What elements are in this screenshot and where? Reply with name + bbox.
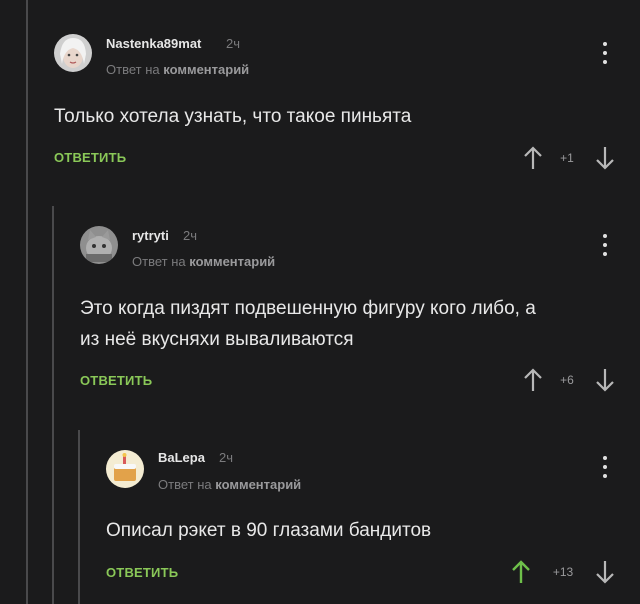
reply-to-link[interactable]: комментарий [215, 477, 301, 492]
arrow-up-icon[interactable] [510, 559, 532, 585]
comment-thread: Nastenka89mat 2ч Ответ на комментарий То… [0, 0, 640, 604]
reply-to-line: Ответ на комментарий [158, 477, 301, 492]
comment-balepa: BaLepa 2ч Ответ на комментарий Описал рэ… [0, 0, 640, 604]
reply-to-prefix: Ответ на [158, 477, 212, 492]
more-vertical-icon[interactable] [598, 456, 612, 482]
author-name[interactable]: BaLepa [158, 450, 205, 465]
avatar-cake-icon [106, 450, 144, 488]
rating-value: +13 [552, 565, 574, 579]
avatar[interactable] [106, 450, 144, 488]
arrow-down-icon[interactable] [594, 559, 616, 585]
reply-button[interactable]: ОТВЕТИТЬ [106, 565, 178, 580]
comment-time: 2ч [219, 450, 234, 465]
comment-text: Описал рэкет в 90 глазами бандитов [106, 520, 432, 541]
